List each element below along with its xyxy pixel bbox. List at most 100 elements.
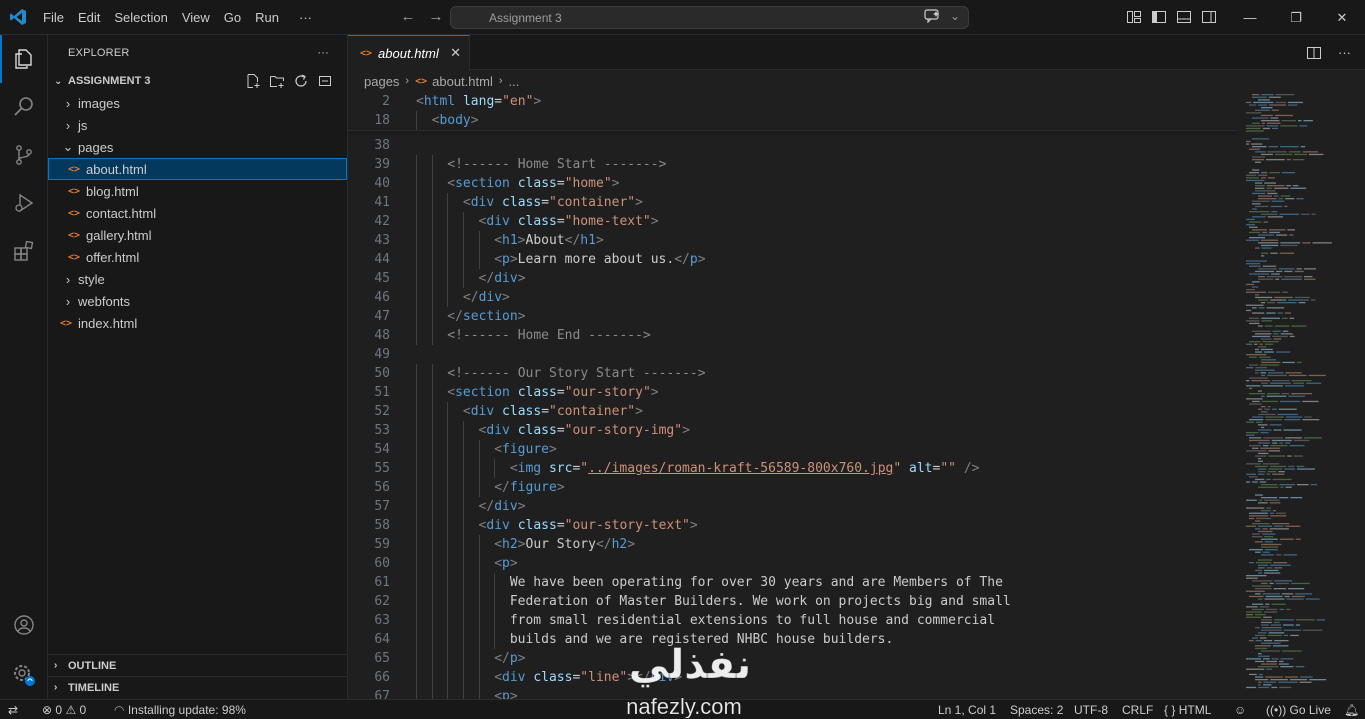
copilot-icon[interactable]: ☺ bbox=[1234, 700, 1246, 719]
html-file-icon: <> bbox=[68, 185, 81, 197]
copilot-chat-icon[interactable] bbox=[924, 9, 940, 26]
explorer-more-icon[interactable]: ··· bbox=[317, 47, 329, 59]
code-line: 44 <p>Learn more about us.</p> bbox=[348, 250, 1238, 269]
refresh-icon[interactable] bbox=[293, 73, 309, 92]
timeline-section[interactable]: › TIMELINE bbox=[48, 676, 348, 698]
close-tab-icon[interactable]: ✕ bbox=[450, 45, 461, 61]
minimap-line bbox=[1269, 465, 1287, 468]
settings-gear-icon[interactable] bbox=[0, 651, 48, 699]
forward-arrow-icon[interactable]: → bbox=[426, 8, 446, 25]
minimap-line bbox=[1255, 478, 1265, 481]
minimap-line bbox=[1291, 393, 1313, 395]
minimap-line bbox=[1296, 268, 1302, 270]
minimap-line bbox=[1316, 619, 1325, 621]
outline-section[interactable]: › OUTLINE bbox=[48, 654, 348, 676]
tree-item-label: gallery.html bbox=[86, 227, 152, 243]
menu-selection[interactable]: Selection bbox=[107, 0, 174, 35]
new-file-icon[interactable] bbox=[245, 73, 261, 92]
toggle-primary-sidebar-icon[interactable] bbox=[1151, 9, 1167, 28]
minimize-icon[interactable]: — bbox=[1227, 0, 1273, 35]
menu-run[interactable]: Run bbox=[248, 0, 286, 35]
tree-folder[interactable]: › webfonts bbox=[48, 290, 347, 312]
minimap-line bbox=[1259, 606, 1269, 608]
close-window-icon[interactable]: ✕ bbox=[1319, 0, 1365, 35]
minimap-line bbox=[1252, 203, 1261, 205]
menu-more-icon[interactable]: ··· bbox=[292, 0, 319, 35]
code-text: </div> bbox=[478, 271, 526, 286]
tree-folder[interactable]: › js bbox=[48, 114, 347, 136]
minimap-line bbox=[1276, 234, 1288, 236]
encoding[interactable]: UTF-8 bbox=[1074, 700, 1108, 719]
tree-file[interactable]: <> about.html bbox=[48, 158, 347, 180]
minimap-line bbox=[1285, 372, 1302, 374]
language-mode[interactable]: { } HTML bbox=[1164, 700, 1211, 719]
minimap-line bbox=[1286, 608, 1291, 611]
menu-go[interactable]: Go bbox=[217, 0, 248, 35]
chevron-down-icon[interactable]: ⌄ bbox=[950, 9, 960, 26]
indentation[interactable]: Spaces: 2 bbox=[1010, 700, 1063, 719]
problems-indicator[interactable]: ⊗ 0 ⚠ 0 bbox=[42, 700, 86, 719]
minimap[interactable] bbox=[1238, 92, 1365, 699]
update-status[interactable]: ◠ Installing update: 98% bbox=[114, 700, 246, 719]
minimap-line bbox=[1255, 369, 1275, 371]
minimap-line bbox=[1261, 94, 1274, 96]
tree-file[interactable]: <> index.html bbox=[48, 312, 347, 334]
tree-file[interactable]: <> offer.html bbox=[48, 246, 347, 268]
tree-file[interactable]: <> blog.html bbox=[48, 180, 347, 202]
minimap-line bbox=[1246, 525, 1256, 527]
svg-text:نفذلي: نفذلي bbox=[629, 642, 751, 688]
toggle-secondary-sidebar-icon[interactable] bbox=[1201, 9, 1217, 28]
accounts-icon[interactable] bbox=[0, 601, 48, 649]
minimap-line bbox=[1302, 242, 1311, 244]
minimap-line bbox=[1270, 252, 1278, 254]
notifications-bell-icon[interactable]: 🔔︎ bbox=[1344, 700, 1359, 719]
editor-area: <> about.html ✕ ··· pages › <> about.htm… bbox=[348, 35, 1365, 706]
minimap-line bbox=[1287, 455, 1292, 457]
more-actions-icon[interactable]: ··· bbox=[1338, 45, 1351, 64]
minimap-line bbox=[1249, 322, 1260, 325]
minimap-line bbox=[1284, 468, 1296, 470]
minimap-line bbox=[1260, 177, 1266, 179]
search-icon[interactable] bbox=[0, 83, 48, 131]
customize-layout-icon[interactable] bbox=[1126, 9, 1142, 28]
extensions-icon[interactable] bbox=[0, 227, 48, 275]
remote-indicator-icon[interactable]: ⇄ bbox=[8, 700, 18, 719]
minimap-line bbox=[1258, 104, 1268, 106]
minimap-line bbox=[1292, 159, 1305, 161]
restore-icon[interactable]: ❐ bbox=[1273, 0, 1319, 35]
breadcrumb-item[interactable]: ... bbox=[509, 74, 520, 89]
minimap-line bbox=[1246, 499, 1257, 501]
menu-view[interactable]: View bbox=[175, 0, 217, 35]
code-editor[interactable]: 2 <html lang="en"> 18 <body> 38 39 <!------ Ho… bbox=[348, 92, 1238, 706]
tree-folder[interactable]: ⌄ pages bbox=[48, 136, 347, 158]
run-debug-icon[interactable] bbox=[0, 179, 48, 227]
line-ending[interactable]: CRLF bbox=[1122, 700, 1153, 719]
tab-about-html[interactable]: <> about.html ✕ bbox=[348, 35, 470, 70]
menu-edit[interactable]: Edit bbox=[71, 0, 107, 35]
breadcrumb-item[interactable]: about.html bbox=[432, 74, 493, 89]
tree-file[interactable]: <> contact.html bbox=[48, 202, 347, 224]
source-control-icon[interactable] bbox=[0, 131, 48, 179]
collapse-all-icon[interactable] bbox=[317, 73, 333, 92]
tree-folder[interactable]: › images bbox=[48, 92, 347, 114]
tree-folder[interactable]: › style bbox=[48, 268, 347, 290]
chevron-down-icon: ⌄ bbox=[62, 139, 74, 154]
cursor-position[interactable]: Ln 1, Col 1 bbox=[938, 700, 996, 719]
minimap-line bbox=[1264, 569, 1279, 572]
menu-file[interactable]: File bbox=[36, 0, 71, 35]
new-folder-icon[interactable] bbox=[269, 73, 285, 92]
breadcrumb-item[interactable]: pages bbox=[364, 74, 399, 89]
minimap-line bbox=[1282, 650, 1302, 652]
minimap-line bbox=[1249, 377, 1268, 379]
back-arrow-icon[interactable]: ← bbox=[398, 8, 418, 25]
explorer-icon[interactable] bbox=[0, 35, 48, 83]
toggle-panel-icon[interactable] bbox=[1176, 9, 1192, 28]
minimap-line bbox=[1252, 94, 1260, 96]
command-center[interactable]: Assignment 3 ⌄ bbox=[450, 6, 969, 29]
minimap-line bbox=[1246, 260, 1267, 262]
tree-file[interactable]: <> gallery.html bbox=[48, 224, 347, 246]
chevron-right-icon: › bbox=[65, 117, 71, 133]
loading-spinner-icon: ◠ bbox=[114, 703, 125, 717]
go-live-button[interactable]: ((•)) Go Live bbox=[1266, 700, 1331, 719]
split-editor-icon[interactable] bbox=[1306, 45, 1322, 64]
